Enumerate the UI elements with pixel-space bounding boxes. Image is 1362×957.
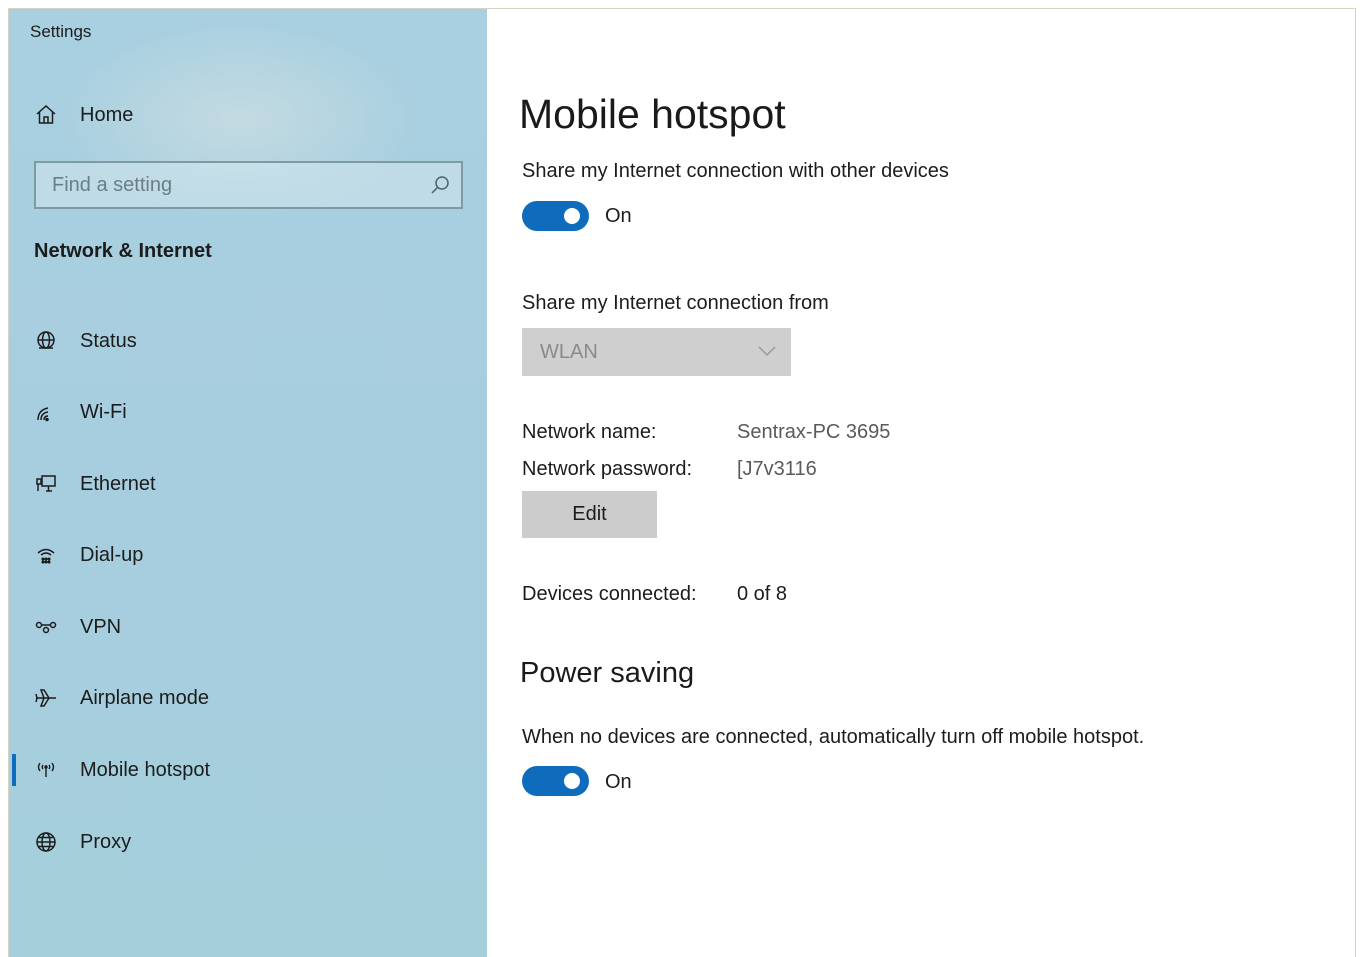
devices-connected-value: 0 of 8 bbox=[737, 583, 788, 605]
sidebar: Settings Home Network & Internet bbox=[9, 9, 487, 957]
network-name-label: Network name: bbox=[522, 421, 657, 443]
sidebar-item-label: Dial-up bbox=[80, 543, 144, 566]
main-content: Mobile hotspot Share my Internet connect… bbox=[487, 9, 1355, 957]
sidebar-item-label: Ethernet bbox=[80, 472, 156, 495]
toggle-knob bbox=[564, 773, 580, 789]
page-title: Mobile hotspot bbox=[519, 91, 786, 137]
sidebar-item-status[interactable]: Status bbox=[9, 318, 487, 364]
ethernet-icon bbox=[33, 471, 59, 497]
share-connection-toggle[interactable] bbox=[522, 201, 589, 231]
section-title: Network & Internet bbox=[34, 240, 212, 262]
app-title: Settings bbox=[30, 22, 92, 41]
sidebar-item-proxy[interactable]: Proxy bbox=[9, 819, 487, 865]
globe-status-icon bbox=[33, 328, 59, 354]
power-saving-heading: Power saving bbox=[520, 657, 695, 689]
network-password-value: [J7v3116 bbox=[737, 458, 817, 480]
sidebar-item-label: Status bbox=[80, 329, 137, 352]
devices-connected-label: Devices connected: bbox=[522, 583, 697, 605]
search-box[interactable] bbox=[34, 161, 463, 209]
sidebar-item-label: Home bbox=[80, 103, 134, 126]
sidebar-item-ethernet[interactable]: Ethernet bbox=[9, 461, 487, 507]
search-icon[interactable] bbox=[429, 174, 451, 196]
home-icon bbox=[33, 102, 59, 128]
sidebar-item-label: Airplane mode bbox=[80, 686, 209, 709]
settings-window: Settings Home Network & Internet bbox=[8, 8, 1356, 957]
share-from-dropdown[interactable]: WLAN bbox=[522, 328, 791, 376]
sidebar-item-label: VPN bbox=[80, 615, 122, 638]
power-saving-state: On bbox=[605, 771, 632, 793]
sidebar-item-dialup[interactable]: Dial-up bbox=[9, 532, 487, 578]
dropdown-value: WLAN bbox=[540, 340, 598, 363]
dialup-icon bbox=[33, 542, 59, 568]
sidebar-item-home[interactable]: Home bbox=[9, 92, 487, 138]
selection-indicator bbox=[12, 754, 16, 786]
sidebar-item-label: Proxy bbox=[80, 830, 132, 853]
sidebar-item-label: Wi-Fi bbox=[80, 400, 127, 423]
network-password-label: Network password: bbox=[522, 458, 693, 480]
edit-button[interactable]: Edit bbox=[522, 491, 657, 538]
share-from-label: Share my Internet connection from bbox=[522, 292, 829, 314]
sidebar-item-mobile-hotspot[interactable]: Mobile hotspot bbox=[9, 747, 487, 793]
sidebar-item-wifi[interactable]: Wi-Fi bbox=[9, 389, 487, 435]
airplane-icon bbox=[33, 685, 59, 711]
network-name-value: Sentrax-PC 3695 bbox=[737, 421, 891, 443]
search-input[interactable] bbox=[36, 163, 461, 207]
sidebar-item-vpn[interactable]: VPN bbox=[9, 604, 487, 650]
sidebar-item-label: Mobile hotspot bbox=[80, 758, 211, 781]
globe-icon bbox=[33, 829, 59, 855]
toggle-knob bbox=[564, 208, 580, 224]
share-connection-state: On bbox=[605, 205, 632, 227]
power-saving-description: When no devices are connected, automatic… bbox=[522, 726, 1145, 748]
wifi-icon bbox=[33, 399, 59, 425]
share-connection-label: Share my Internet connection with other … bbox=[522, 160, 949, 182]
vpn-icon bbox=[33, 614, 59, 640]
chevron-down-icon bbox=[757, 343, 777, 359]
power-saving-toggle[interactable] bbox=[522, 766, 589, 796]
hotspot-icon bbox=[33, 757, 59, 783]
sidebar-item-airplane[interactable]: Airplane mode bbox=[9, 675, 487, 721]
